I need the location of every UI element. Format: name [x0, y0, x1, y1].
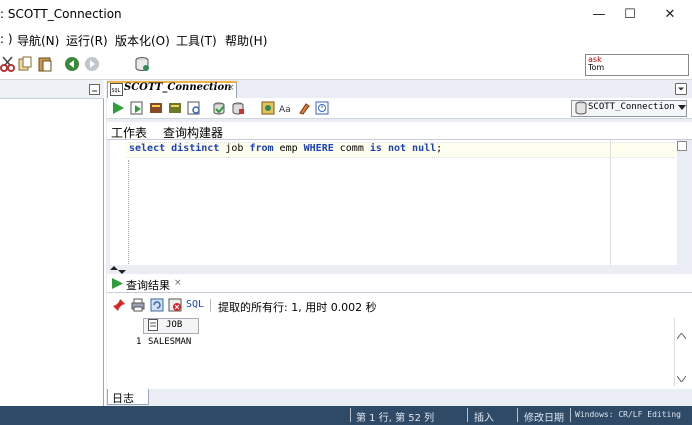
- sql-token: ;: [436, 143, 443, 154]
- menu-item-versioning[interactable]: 版本化(O): [115, 32, 170, 49]
- sql-token: job: [219, 143, 250, 154]
- tab-scott-connection-label: SCOTT_Connection: [124, 82, 232, 93]
- cursor-position: 第 1 行, 第 52 列: [356, 413, 435, 424]
- autotrace-icon[interactable]: [149, 101, 163, 115]
- modified-status: 修改日期: [524, 413, 564, 424]
- rollback-icon[interactable]: [231, 101, 245, 115]
- sql-worksheet-icon: SQL: [110, 83, 123, 96]
- sql-token: emp: [273, 143, 304, 154]
- mini-preview-line2: Tom: [588, 63, 605, 72]
- column-header-label: JOB: [166, 320, 183, 330]
- paste-icon[interactable]: [37, 56, 53, 72]
- menu-item-navigate[interactable]: 导航(N): [17, 32, 59, 49]
- window-title: : SCOTT_Connection: [0, 7, 122, 21]
- minimize-panel-icon[interactable]: [89, 84, 100, 95]
- splitter-arrows-icon[interactable]: [109, 266, 127, 274]
- table-cell-job[interactable]: SALESMAN: [148, 337, 191, 347]
- status-divider: [570, 408, 571, 422]
- row-number: 1: [136, 337, 142, 347]
- status-divider: [467, 408, 468, 422]
- toolbar-divider: [210, 299, 211, 312]
- svg-text:Aa: Aa: [279, 105, 291, 115]
- line-ending-mode: Windows: CR/LF Editing: [575, 410, 681, 419]
- sql-editor[interactable]: [110, 140, 677, 265]
- unshared-sql-icon[interactable]: [261, 101, 275, 115]
- tab-query-builder[interactable]: 查询构建器: [163, 124, 223, 141]
- results-tab-strip: [107, 274, 692, 293]
- tab-list-dropdown-icon[interactable]: [675, 83, 687, 95]
- menu-item-run[interactable]: 运行(R): [66, 32, 108, 49]
- sql-button[interactable]: SQL: [186, 299, 204, 310]
- print-icon[interactable]: [131, 298, 145, 312]
- sql-tuning-icon[interactable]: [187, 101, 201, 115]
- connection-db-icon: [575, 101, 587, 115]
- query-result-icon: [112, 278, 123, 289]
- fetch-summary: 提取的所有行: 1, 用时 0.002 秒: [218, 301, 377, 314]
- sql-keyword: distinct: [171, 143, 220, 154]
- gutter-guide: [128, 160, 129, 264]
- insert-mode: 插入: [474, 413, 494, 424]
- clear-icon[interactable]: [297, 101, 311, 115]
- back-icon[interactable]: [64, 56, 80, 72]
- run-statement-icon[interactable]: [111, 101, 125, 115]
- editor-scroll-corner[interactable]: [677, 141, 687, 151]
- close-button[interactable]: ✕: [647, 0, 692, 28]
- sql-keyword: from: [249, 143, 274, 154]
- menu-item-help[interactable]: 帮助(H): [225, 32, 267, 49]
- chevron-down-icon[interactable]: [678, 104, 686, 111]
- sql-token: comm: [333, 143, 370, 154]
- left-navigator-panel: [0, 80, 104, 406]
- run-script-icon[interactable]: [130, 101, 144, 115]
- cancel-query-icon[interactable]: [168, 298, 182, 312]
- sql-keyword: is: [369, 143, 382, 154]
- cut-icon[interactable]: [0, 56, 16, 72]
- svg-text:SQL: SQL: [112, 88, 121, 94]
- sql-history-icon[interactable]: [315, 101, 329, 115]
- refresh-icon[interactable]: [150, 298, 164, 312]
- sql-keyword: not: [387, 143, 407, 154]
- scroll-up-icon[interactable]: [677, 333, 686, 339]
- result-tab-close-icon[interactable]: ×: [174, 278, 182, 288]
- tab-close-icon[interactable]: ×: [227, 83, 235, 93]
- sql-keyword: select: [129, 143, 166, 154]
- right-margin-guide: [610, 140, 611, 265]
- status-divider: [517, 408, 518, 422]
- database-icon[interactable]: [134, 56, 150, 72]
- sql-keyword: null: [412, 143, 437, 154]
- connection-select-label: SCOTT_Connection: [588, 102, 675, 112]
- to-upper-lower-icon[interactable]: Aa: [279, 101, 293, 115]
- copy-icon[interactable]: [17, 56, 33, 72]
- commit-icon[interactable]: [212, 101, 226, 115]
- forward-icon[interactable]: [84, 56, 100, 72]
- sql-keyword: WHERE: [303, 143, 334, 154]
- scroll-down-icon[interactable]: [677, 376, 686, 382]
- menu-item-partial[interactable]: : ): [0, 32, 13, 46]
- explain-plan-icon[interactable]: [168, 101, 182, 115]
- status-divider: [350, 408, 351, 422]
- pin-icon[interactable]: [112, 298, 126, 312]
- sql-statement[interactable]: select distinct job from emp WHERE comm …: [129, 143, 442, 154]
- tab-log-label: 日志: [112, 392, 134, 405]
- menu-item-tools[interactable]: 工具(T): [176, 32, 217, 49]
- column-type-icon: [148, 319, 158, 331]
- tab-query-result[interactable]: 查询结果: [126, 277, 170, 293]
